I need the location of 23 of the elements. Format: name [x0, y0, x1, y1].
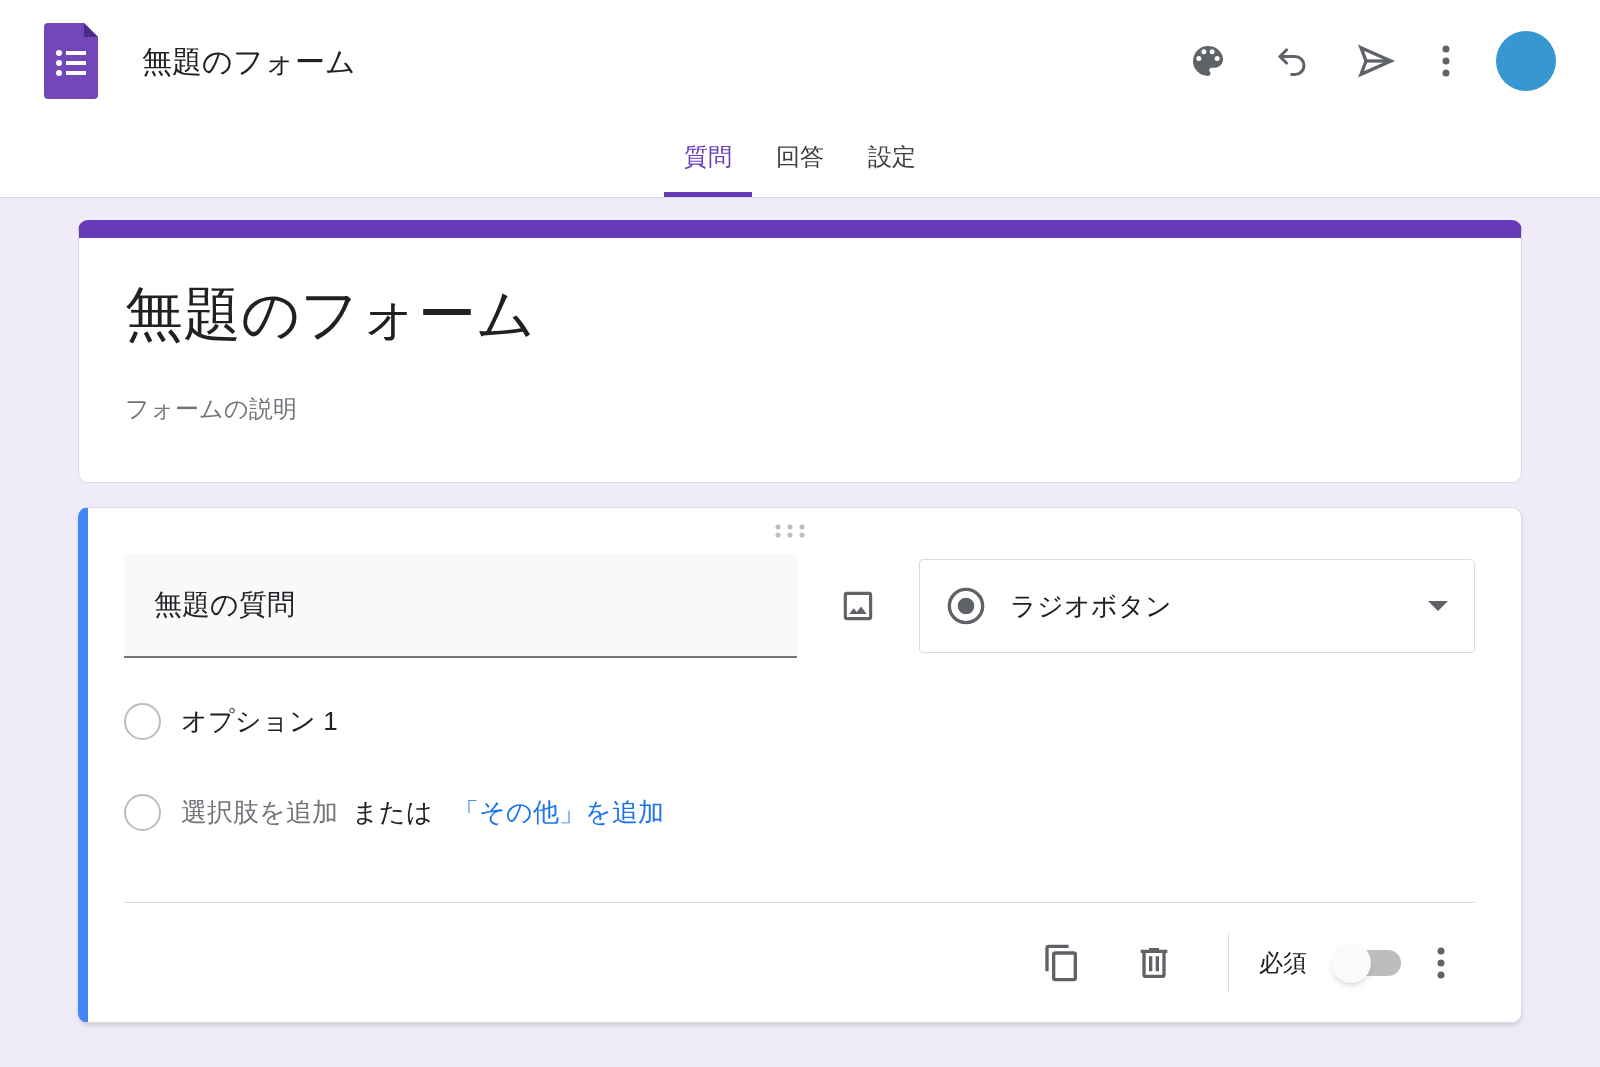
radio-selected-icon: [945, 586, 986, 626]
add-other-link[interactable]: 「その他」を追加: [453, 793, 664, 832]
question-title-field[interactable]: 無題の質問: [124, 554, 797, 658]
drag-handle-icon[interactable]: [774, 524, 805, 538]
dropdown-caret-icon: [1428, 601, 1448, 611]
option-label[interactable]: オプション 1: [181, 702, 338, 741]
more-options-icon[interactable]: [1437, 946, 1445, 979]
description-field[interactable]: フォームの説明: [125, 390, 1521, 427]
radio-button[interactable]: [124, 703, 161, 740]
tab[interactable]: 質問: [664, 122, 752, 197]
question-type-dropdown[interactable]: ラジオボタン: [918, 559, 1475, 653]
form-title-field[interactable]: 無題のフォーム: [125, 278, 1521, 351]
required-toggle[interactable]: [1331, 942, 1401, 983]
avatar[interactable]: [1496, 31, 1556, 91]
or-text: または: [352, 796, 433, 829]
add-option-link[interactable]: 選択肢を追加: [181, 793, 338, 832]
form-title: 無題のフォーム: [142, 43, 356, 80]
tab[interactable]: 設定: [848, 122, 936, 197]
forms-logo-icon: [44, 23, 98, 99]
tab[interactable]: 回答: [756, 122, 844, 197]
more-options-icon[interactable]: [1442, 45, 1450, 77]
required-label: 必須: [1259, 947, 1307, 978]
radio-button[interactable]: [124, 794, 161, 831]
